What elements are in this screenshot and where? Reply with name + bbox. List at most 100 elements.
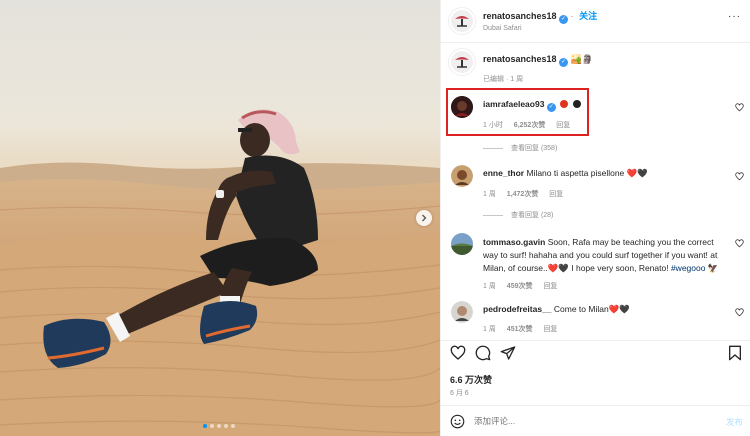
verified-icon: ✓ <box>559 15 569 24</box>
next-arrow-icon <box>422 214 427 222</box>
desert-photo <box>0 0 440 436</box>
comment-username[interactable]: pedrodefreitas__ <box>483 304 552 314</box>
comment-row: iamrafaeleao93 ✓ <box>483 99 581 112</box>
author-avatar[interactable] <box>448 7 476 35</box>
separator-dot: · <box>505 76 509 83</box>
likes-count[interactable]: 6.6 万次赞 <box>450 373 492 386</box>
reply-button[interactable]: 回复 <box>556 122 570 129</box>
carousel-dot <box>203 424 207 428</box>
comment-meta: 1 周 451次赞 回复 <box>483 324 566 334</box>
heart-icon[interactable] <box>735 239 744 248</box>
view-replies-label: 查看回复 (358) <box>511 145 558 152</box>
red-circle-emoji <box>560 100 569 108</box>
comment-text: 🦅 <box>705 263 719 273</box>
reply-button[interactable]: 回复 <box>543 283 557 290</box>
caption-avatar[interactable] <box>448 48 476 76</box>
author-username[interactable]: renatosanches18 <box>483 11 557 21</box>
comment-text: Soon, Rafa may be teaching you the corre… <box>547 237 714 247</box>
comment-meta: 1 周 459次赞 回复 <box>483 281 566 291</box>
like-button[interactable] <box>450 345 466 363</box>
comment-username[interactable]: tommaso.gavin <box>483 237 545 247</box>
comment-time[interactable]: 1 周 <box>483 326 496 333</box>
comment-likes[interactable]: 1,472次赞 <box>507 191 539 198</box>
replies-line <box>483 147 503 149</box>
view-replies[interactable]: 查看回复 (28) <box>483 210 553 220</box>
comment-username[interactable]: iamrafaeleao93 <box>483 99 544 109</box>
comment-time[interactable]: 1 周 <box>483 283 496 290</box>
comment-meta: 1 小时 6,252次赞 回复 <box>483 120 579 130</box>
view-replies[interactable]: 查看回复 (358) <box>483 143 557 153</box>
hashtag-link[interactable]: #wegooo <box>671 263 706 273</box>
action-bar <box>441 345 750 365</box>
header-divider <box>441 42 750 43</box>
heart-icon[interactable] <box>735 308 744 317</box>
comment-avatar-image <box>451 96 473 118</box>
post-comment-button[interactable]: 发布 <box>726 416 743 428</box>
save-button[interactable] <box>728 345 742 363</box>
author-name-row: renatosanches18 ✓ · 关注 <box>483 9 597 24</box>
heart-icon <box>450 345 466 360</box>
carousel-dot <box>217 424 221 428</box>
actions-divider <box>441 340 750 341</box>
caption-username[interactable]: renatosanches18 <box>483 54 557 64</box>
comment-time[interactable]: 1 周 <box>483 191 496 198</box>
next-photo-button[interactable] <box>416 210 432 226</box>
caption-meta: 已编辑 · 1 周 <box>483 74 523 84</box>
reply-button[interactable]: 回复 <box>549 191 563 198</box>
share-icon <box>500 346 516 360</box>
comment-input[interactable] <box>474 416 704 426</box>
comment-avatar-image <box>451 301 473 323</box>
comment-row: tommaso.gavin Soon, Rafa may be teaching… <box>483 236 743 275</box>
author-avatar-image <box>451 10 473 32</box>
post-side-panel: renatosanches18 ✓ · 关注 Dubai Safari ··· … <box>440 0 750 436</box>
comment-text: way to surf! hahaha and you could surf t… <box>483 250 718 260</box>
comment-username[interactable]: enne_thor <box>483 168 524 178</box>
edited-label: 已编辑 <box>483 76 504 83</box>
comment-button[interactable] <box>475 345 491 363</box>
post-date[interactable]: 6 月 6 <box>450 388 469 398</box>
add-comment-bar: 发布 <box>441 406 750 436</box>
comment-row: pedrodefreitas__ Come to Milan❤️🖤 <box>483 304 630 315</box>
caption-row: renatosanches18 ✓ 🏜️🗿 <box>483 54 593 67</box>
comment-avatar-image <box>451 233 473 255</box>
emoji-icon <box>450 414 465 429</box>
replies-line <box>483 214 503 216</box>
caption-avatar-image <box>451 51 473 73</box>
bookmark-icon <box>729 345 741 361</box>
post-location[interactable]: Dubai Safari <box>483 25 522 32</box>
comment-icon <box>475 345 491 361</box>
comment-text: Milan, of course..❤️🖤 I hope very soon, … <box>483 263 671 273</box>
comment-text: Come to Milan❤️🖤 <box>553 304 630 314</box>
comment-avatar[interactable] <box>451 165 473 187</box>
carousel-dot <box>231 424 235 428</box>
post-photo[interactable] <box>0 0 440 436</box>
comment-meta: 1 周 1,472次赞 回复 <box>483 189 572 199</box>
heart-icon[interactable] <box>735 172 744 181</box>
verified-icon: ✓ <box>546 103 556 112</box>
follow-button[interactable]: 关注 <box>579 11 597 21</box>
comment-avatar[interactable] <box>451 233 473 255</box>
comment-time[interactable]: 1 小时 <box>483 122 503 129</box>
more-icon[interactable]: ··· <box>728 11 741 22</box>
heart-icon[interactable] <box>735 103 744 112</box>
verified-icon: ✓ <box>559 58 569 67</box>
share-button[interactable] <box>500 345 516 363</box>
comment-avatar[interactable] <box>451 301 473 323</box>
comment-avatar[interactable] <box>451 96 473 118</box>
caption-time[interactable]: 1 周 <box>510 76 523 83</box>
caption-emojis: 🏜️🗿 <box>570 54 593 64</box>
comment-likes[interactable]: 451次赞 <box>507 326 533 333</box>
comment-avatar-image <box>451 165 473 187</box>
carousel-dot <box>224 424 228 428</box>
separator-dot: · <box>570 11 574 21</box>
comment-likes[interactable]: 459次赞 <box>507 283 533 290</box>
emoji-button[interactable] <box>450 414 465 431</box>
comment-text: Milano ti aspetta pisellone ❤️🖤 <box>526 168 648 178</box>
comment-row: enne_thor Milano ti aspetta pisellone ❤️… <box>483 168 648 179</box>
reply-button[interactable]: 回复 <box>543 326 557 333</box>
carousel-indicator <box>203 424 235 428</box>
post-header: renatosanches18 ✓ · 关注 Dubai Safari ··· <box>441 0 750 42</box>
carousel-dot <box>210 424 214 428</box>
view-replies-label: 查看回复 (28) <box>511 212 554 219</box>
comment-likes[interactable]: 6,252次赞 <box>514 122 546 129</box>
